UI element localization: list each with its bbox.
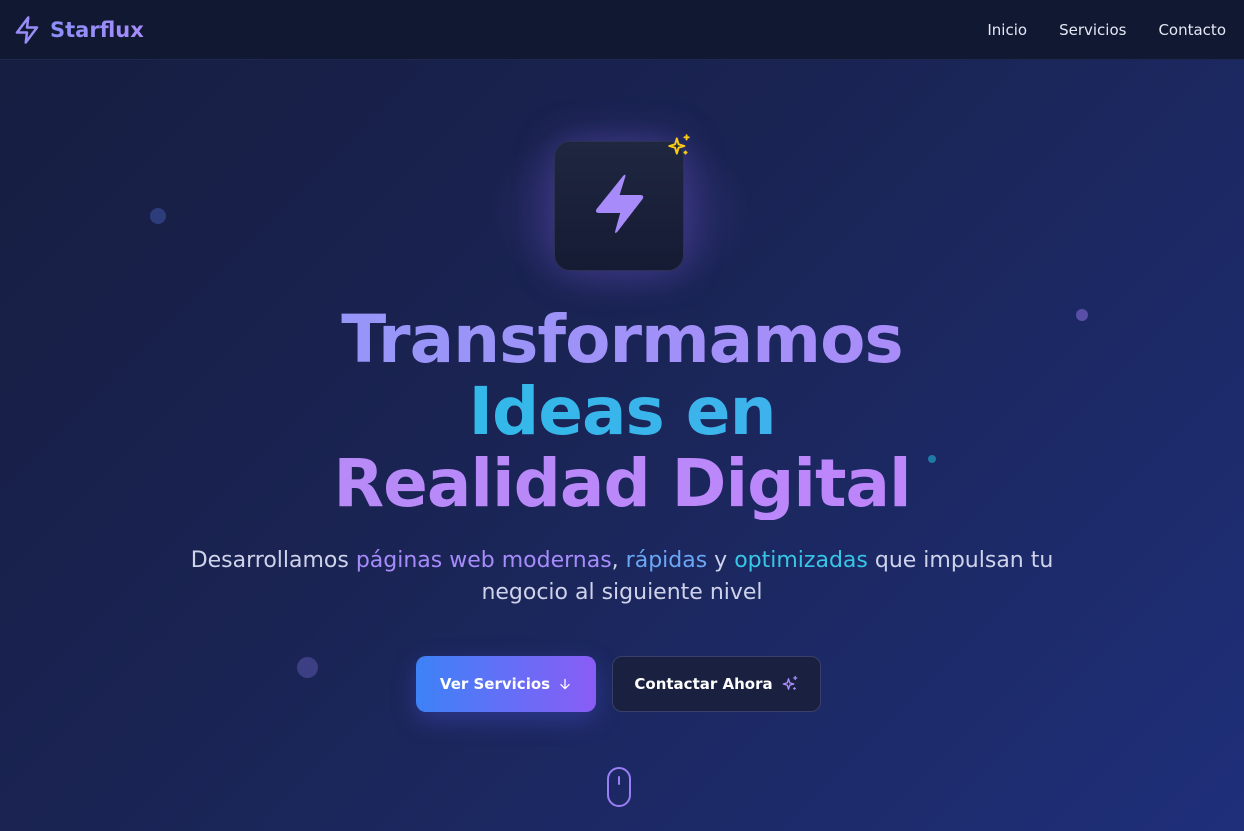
brand-name: Starflux — [50, 17, 144, 42]
sparkles-icon — [781, 675, 799, 693]
ver-servicios-label: Ver Servicios — [439, 675, 551, 693]
nav-link-servicios[interactable]: Servicios — [1059, 21, 1126, 39]
hero-logo-tile — [554, 141, 684, 271]
subtitle-highlight: optimizadas — [734, 548, 868, 573]
contactar-ahora-label: Contactar Ahora — [634, 675, 773, 693]
hero-title-line: Ideas en — [0, 376, 1244, 448]
hero-title-line: Transformamos — [0, 304, 1244, 376]
ver-servicios-button[interactable]: Ver Servicios — [416, 656, 596, 712]
subtitle-highlight: rápidas — [625, 548, 708, 573]
arrow-down-icon — [558, 677, 572, 691]
decorative-dot — [150, 208, 166, 224]
mouse-scroll-icon[interactable] — [607, 767, 631, 807]
subtitle-text: y — [707, 548, 735, 573]
subtitle-highlight: páginas web modernas — [355, 548, 612, 573]
nav-link-contacto[interactable]: Contacto — [1158, 21, 1226, 39]
lightning-bolt-icon — [583, 166, 655, 246]
nav-link-inicio[interactable]: Inicio — [987, 21, 1027, 39]
subtitle-text: , — [611, 548, 626, 573]
hero-title: Transformamos Ideas en Realidad Digital — [0, 304, 1244, 520]
subtitle-text: Desarrollamos — [190, 548, 356, 573]
scroll-wheel — [618, 776, 620, 785]
lightning-bolt-icon — [12, 15, 42, 45]
sparkles-icon — [666, 133, 692, 163]
contactar-ahora-button[interactable]: Contactar Ahora — [612, 656, 821, 712]
nav-links: Inicio Servicios Contacto — [987, 21, 1226, 39]
page: Starflux Inicio Servicios Contacto Trans… — [0, 0, 1244, 831]
hero-title-line: Realidad Digital — [0, 448, 1244, 520]
navbar: Starflux Inicio Servicios Contacto — [0, 0, 1244, 60]
hero-subtitle: Desarrollamos páginas web modernas, rápi… — [180, 545, 1064, 609]
brand-logo[interactable]: Starflux — [12, 15, 144, 45]
decorative-dot — [297, 657, 318, 678]
